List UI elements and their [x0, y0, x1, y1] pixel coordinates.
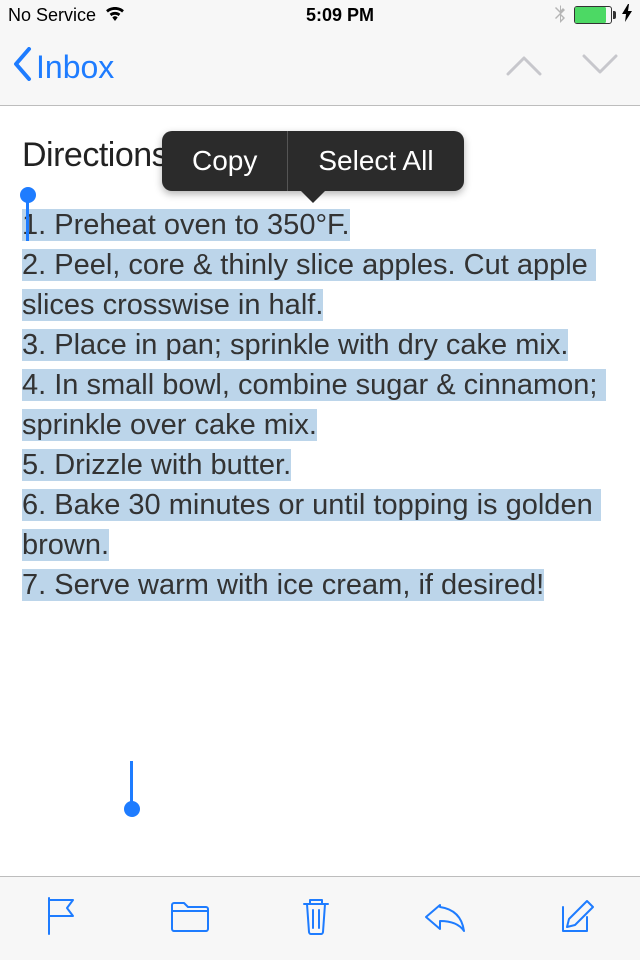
bottom-toolbar — [0, 876, 640, 960]
chevron-left-icon — [12, 47, 32, 89]
popover-arrow-icon — [299, 189, 327, 203]
status-bar: No Service 5:09 PM — [0, 0, 640, 30]
selection-bar-start — [26, 201, 29, 241]
selection-bar-end — [130, 761, 133, 803]
selection-handle-end[interactable] — [124, 801, 140, 817]
move-button[interactable] — [170, 899, 210, 938]
next-message-button[interactable] — [582, 54, 618, 81]
battery-icon — [574, 6, 612, 24]
compose-button[interactable] — [557, 897, 595, 940]
message-body[interactable]: Directions Copy Select All 1. Preheat ov… — [0, 106, 640, 876]
text-selection-popover: Copy Select All — [162, 131, 464, 191]
reply-button[interactable] — [422, 899, 466, 938]
copy-button[interactable]: Copy — [162, 131, 287, 191]
back-label: Inbox — [36, 49, 114, 86]
carrier-label: No Service — [8, 5, 96, 26]
bluetooth-icon — [554, 3, 566, 28]
wifi-icon — [104, 5, 126, 26]
prev-message-button[interactable] — [506, 54, 542, 81]
select-all-button[interactable]: Select All — [288, 131, 463, 191]
clock: 5:09 PM — [306, 5, 374, 26]
flag-button[interactable] — [45, 896, 79, 941]
trash-button[interactable] — [300, 896, 332, 941]
back-button[interactable]: Inbox — [12, 47, 114, 89]
selected-text[interactable]: 1. Preheat oven to 350°F. 2. Peel, core … — [22, 209, 606, 601]
nav-bar: Inbox — [0, 30, 640, 106]
charging-icon — [622, 4, 632, 27]
